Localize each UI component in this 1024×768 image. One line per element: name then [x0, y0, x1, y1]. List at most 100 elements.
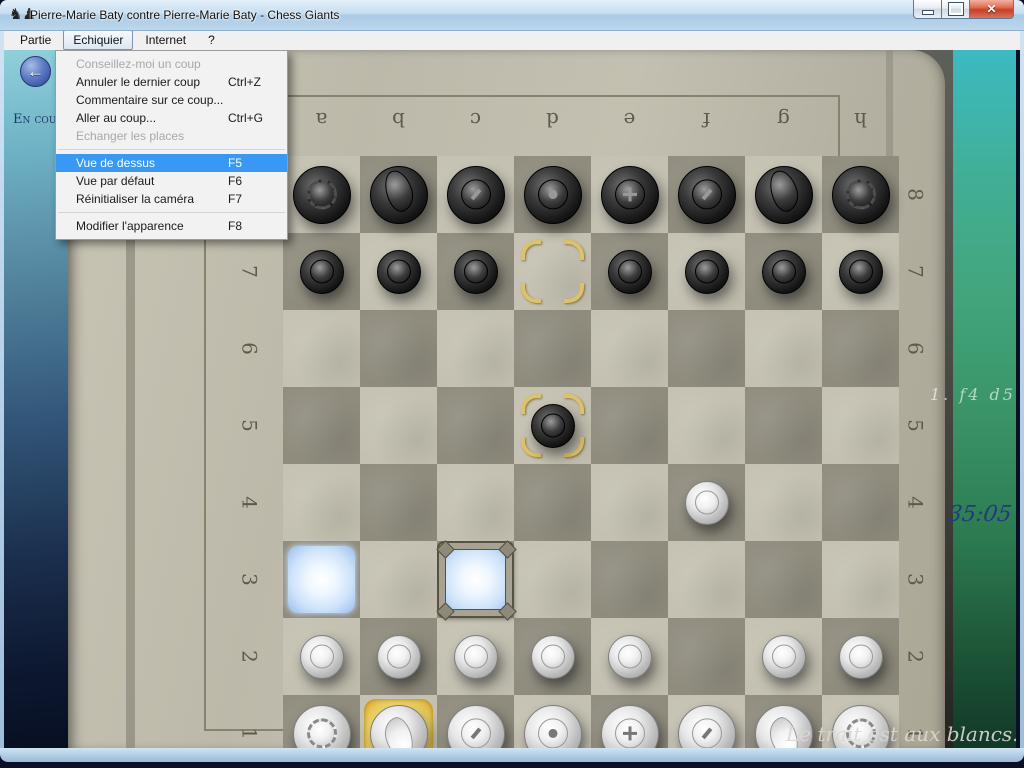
piece-head [541, 413, 565, 437]
square-f2[interactable] [668, 618, 745, 695]
square-g4[interactable] [745, 464, 822, 541]
piece-white-pawn-f4[interactable] [668, 464, 745, 541]
menu-item-vue-de-dessus[interactable]: Vue de dessusF5 [56, 154, 287, 172]
square-b4[interactable] [360, 464, 437, 541]
piece-black-pawn-c7[interactable] [437, 233, 514, 310]
square-b5[interactable] [360, 387, 437, 464]
piece-white-pawn-g2[interactable] [745, 618, 822, 695]
square-c6[interactable] [437, 310, 514, 387]
piece-head [772, 259, 796, 283]
square-e3[interactable] [591, 541, 668, 618]
rank-label-right-4: 4 [878, 492, 955, 514]
square-a4[interactable] [283, 464, 360, 541]
square-g5[interactable] [745, 387, 822, 464]
piece-head [461, 179, 491, 209]
close-icon: ✕ [986, 2, 996, 16]
rank-label-left-5: 5 [212, 415, 289, 437]
title-bar[interactable]: ♞♟ Pierre-Marie Baty contre Pierre-Marie… [0, 0, 1024, 31]
square-b3[interactable] [360, 541, 437, 618]
square-e6[interactable] [591, 310, 668, 387]
square-e4[interactable] [591, 464, 668, 541]
minimize-button[interactable] [913, 0, 942, 19]
highlight-origin-d7 [514, 233, 591, 310]
menu-item-shortcut: F5 [228, 154, 242, 172]
piece-white-pawn-b2[interactable] [360, 618, 437, 695]
menu-partie[interactable]: Partie [10, 30, 61, 50]
piece-white-pawn-e2[interactable] [591, 618, 668, 695]
menu-[interactable]: ? [198, 30, 225, 50]
maximize-button[interactable] [941, 0, 970, 19]
bracket-corner [521, 283, 541, 303]
back-button[interactable]: ← [20, 56, 51, 87]
rank-label-left-7: 7 [212, 261, 289, 283]
piece-white-rook-a1[interactable] [283, 695, 360, 750]
piece-black-pawn-g7[interactable] [745, 233, 822, 310]
desktop: aabbccddeeffgghh1122334455667788 1. f4 d… [0, 0, 1024, 768]
piece-black-rook-a8[interactable] [283, 156, 360, 233]
piece-black-bishop-c8[interactable] [437, 156, 514, 233]
rank-label-left-3: 3 [212, 569, 289, 591]
piece-black-pawn-a7[interactable] [283, 233, 360, 310]
piece-black-knight-g8[interactable] [745, 156, 822, 233]
file-label-top-h: h [822, 108, 899, 132]
piece-white-queen-d1[interactable] [514, 695, 591, 750]
piece-white-king-e1[interactable] [591, 695, 668, 750]
close-button[interactable]: ✕ [969, 0, 1014, 19]
menu-item-modifier-l-apparence[interactable]: Modifier l'apparenceF8 [56, 217, 287, 235]
maximize-icon [949, 3, 963, 15]
square-d4[interactable] [514, 464, 591, 541]
menu-item-label: Annuler le dernier coup [76, 75, 200, 89]
piece-white-bishop-c1[interactable] [437, 695, 514, 750]
piece-white-knight-b1[interactable] [360, 695, 437, 750]
menu-item-label: Echanger les places [76, 129, 184, 143]
piece-head [772, 644, 796, 668]
menu-item-commentaire-sur-ce-coup[interactable]: Commentaire sur ce coup... [56, 91, 287, 109]
square-a5[interactable] [283, 387, 360, 464]
menu-internet[interactable]: Internet [135, 30, 196, 50]
square-f5[interactable] [668, 387, 745, 464]
menu-echiquier[interactable]: Echiquier [63, 30, 133, 50]
piece-black-bishop-f8[interactable] [668, 156, 745, 233]
piece-head [310, 644, 334, 668]
square-e5[interactable] [591, 387, 668, 464]
square-f3[interactable] [668, 541, 745, 618]
square-f6[interactable] [668, 310, 745, 387]
piece-head [695, 259, 719, 283]
square-c4[interactable] [437, 464, 514, 541]
square-g3[interactable] [745, 541, 822, 618]
piece-white-pawn-c2[interactable] [437, 618, 514, 695]
highlight-frame-c3 [439, 543, 512, 616]
piece-black-pawn-e7[interactable] [591, 233, 668, 310]
piece-black-queen-d8[interactable] [514, 156, 591, 233]
back-arrow-icon: ← [27, 62, 44, 82]
piece-black-pawn-d5[interactable] [514, 387, 591, 464]
menu-item-shortcut: Ctrl+Z [228, 73, 261, 91]
piece-black-pawn-f7[interactable] [668, 233, 745, 310]
piece-black-king-e8[interactable] [591, 156, 668, 233]
piece-black-pawn-b7[interactable] [360, 233, 437, 310]
square-b6[interactable] [360, 310, 437, 387]
menu-item-vue-par-defaut[interactable]: Vue par défautF6 [56, 172, 287, 190]
square-a6[interactable] [283, 310, 360, 387]
piece-black-knight-b8[interactable] [360, 156, 437, 233]
piece-white-pawn-d2[interactable] [514, 618, 591, 695]
square-c5[interactable] [437, 387, 514, 464]
piece-white-bishop-f1[interactable] [668, 695, 745, 750]
menu-item-aller-au-coup[interactable]: Aller au coup...Ctrl+G [56, 109, 287, 127]
square-g6[interactable] [745, 310, 822, 387]
rank-label-left-2: 2 [212, 646, 289, 668]
rank-label-left-1: 1 [212, 723, 289, 745]
piece-black-pawn-h7[interactable] [822, 233, 899, 310]
file-label-top-b: b [360, 108, 437, 132]
menu-item-annuler-le-dernier-coup[interactable]: Annuler le dernier coup Ctrl+Z [56, 73, 287, 91]
window-frame-right [1020, 28, 1024, 754]
game-clock: 35:05 [946, 502, 1013, 527]
menu-item-reinitialiser-la-camera[interactable]: Réinitialiser la caméraF7 [56, 190, 287, 208]
piece-white-pawn-h2[interactable] [822, 618, 899, 695]
square-d6[interactable] [514, 310, 591, 387]
menu-bar: PartieEchiquierInternet? [4, 30, 1020, 50]
piece-black-rook-h8[interactable] [822, 156, 899, 233]
piece-white-pawn-a2[interactable] [283, 618, 360, 695]
piece-head [618, 644, 642, 668]
square-d3[interactable] [514, 541, 591, 618]
